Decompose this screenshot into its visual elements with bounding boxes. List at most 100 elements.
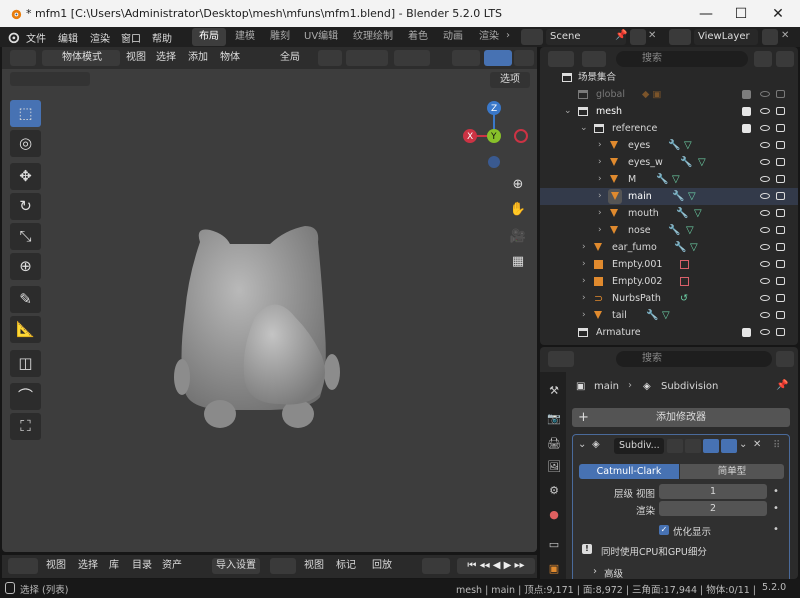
import-settings-button[interactable]: 导入设置: [212, 558, 260, 574]
outliner-row-main[interactable]: › main 🔧 ▽: [540, 188, 798, 205]
pan-hand-icon[interactable]: ✋: [508, 200, 528, 220]
filter-icon[interactable]: [754, 51, 772, 67]
outliner-row-mouth[interactable]: › mouth 🔧 ▽: [540, 205, 798, 222]
outliner-search-input[interactable]: 搜索: [616, 51, 748, 67]
maximize-button[interactable]: ☐: [725, 3, 757, 25]
new-viewlayer-icon[interactable]: [762, 29, 778, 45]
expand-arrow-icon[interactable]: ›: [582, 256, 586, 273]
gizmo-toggle-icon[interactable]: [484, 50, 512, 66]
eye-icon[interactable]: [760, 142, 770, 148]
outliner-row-eyes[interactable]: › eyes 🔧 ▽: [540, 137, 798, 154]
scene-pin-icon[interactable]: 📌: [615, 30, 627, 41]
expand-arrow-icon[interactable]: ›: [582, 273, 586, 290]
camera-icon[interactable]: [776, 294, 785, 302]
tool-measure-icon[interactable]: 📐: [10, 316, 41, 343]
expand-arrow-icon[interactable]: ›: [582, 307, 586, 324]
expand-arrow-icon[interactable]: ›: [598, 137, 602, 154]
timeline-menu-view2[interactable]: 视图: [304, 558, 324, 574]
delete-viewlayer-icon[interactable]: ✕: [781, 30, 789, 41]
tab-output-icon[interactable]: 🖨: [545, 435, 563, 453]
render-toggle-icon[interactable]: [721, 439, 737, 453]
outliner-row-armature[interactable]: Armature: [540, 324, 798, 341]
tab-uv[interactable]: UV编辑: [297, 28, 345, 46]
outliner-row-ear-fumo[interactable]: › ear_fumo 🔧 ▽: [540, 239, 798, 256]
tab-tool-icon[interactable]: ⚒: [545, 382, 563, 400]
optimize-checkbox[interactable]: ✓: [659, 525, 669, 535]
tab-object-icon[interactable]: ▣: [545, 560, 563, 578]
visibility-icon[interactable]: [452, 50, 480, 66]
tool-cursor-icon[interactable]: ◎: [10, 130, 41, 157]
camera-icon[interactable]: [776, 192, 785, 200]
camera-icon[interactable]: [776, 277, 785, 285]
record-icon[interactable]: [422, 558, 450, 574]
eye-icon[interactable]: [760, 227, 770, 233]
outliner-row-tail[interactable]: › tail 🔧 ▽: [540, 307, 798, 324]
camera-icon[interactable]: [776, 311, 785, 319]
tab-texture-paint[interactable]: 纹理绘制: [346, 28, 400, 46]
camera-icon[interactable]: [776, 243, 785, 251]
expand-arrow-icon[interactable]: ›: [598, 171, 602, 188]
tab-rendering[interactable]: 渲染: [472, 28, 506, 46]
exclude-checkbox[interactable]: [742, 124, 751, 133]
scene-type-icon[interactable]: [521, 29, 543, 45]
eye-icon[interactable]: [760, 176, 770, 182]
outliner-row-nurbspath[interactable]: › ⊃ NurbsPath ↺: [540, 290, 798, 307]
eye-icon[interactable]: [760, 125, 770, 131]
expand-arrow-icon[interactable]: ⌄: [564, 103, 572, 120]
tab-render-icon[interactable]: 📷: [545, 410, 563, 428]
modifier-name-field[interactable]: Subdiv...: [614, 438, 664, 454]
drag-handle-icon[interactable]: ⠿: [773, 440, 780, 451]
new-scene-icon[interactable]: [630, 29, 646, 45]
viewport-menu-select[interactable]: 选择: [156, 50, 176, 66]
menu-file[interactable]: 文件: [26, 30, 46, 45]
pivot-icon[interactable]: [318, 50, 342, 66]
add-modifier-button[interactable]: + 添加修改器: [572, 408, 790, 427]
viewlayer-type-icon[interactable]: [669, 29, 691, 45]
menu-help[interactable]: 帮助: [152, 30, 172, 45]
eye-icon[interactable]: [760, 91, 770, 97]
camera-icon[interactable]: [776, 107, 785, 115]
timeline-menu-view[interactable]: 视图: [46, 558, 66, 574]
playback-dropdown[interactable]: 回放: [372, 558, 392, 574]
tab-sculpt[interactable]: 雕刻: [263, 28, 297, 46]
timeline-menu-catalog[interactable]: 目录: [132, 558, 152, 574]
snap-icon[interactable]: [346, 50, 388, 66]
tab-shading[interactable]: 着色: [401, 28, 435, 46]
asset-editor-type-icon[interactable]: [8, 558, 38, 574]
outliner-row-eyes-w[interactable]: › eyes_w 🔧 ▽: [540, 154, 798, 171]
advanced-chevron-icon[interactable]: ›: [593, 566, 597, 577]
modifier-dropdown-icon[interactable]: ⌄: [739, 439, 747, 450]
viewport-menu-view[interactable]: 视图: [126, 50, 146, 66]
mesh-model[interactable]: [170, 222, 360, 442]
editor-type-icon[interactable]: [10, 50, 36, 66]
timeline-menu-library[interactable]: 库: [109, 558, 119, 574]
scene-field[interactable]: Scene: [546, 29, 626, 45]
eye-icon[interactable]: [760, 210, 770, 216]
eye-icon[interactable]: [760, 108, 770, 114]
options-dropdown[interactable]: 选项: [490, 72, 530, 88]
camera-icon[interactable]: [776, 328, 785, 336]
camera-icon[interactable]: [776, 124, 785, 132]
remove-modifier-icon[interactable]: ✕: [753, 439, 761, 450]
keyframe-dot-icon[interactable]: •: [773, 486, 779, 497]
expand-arrow-icon[interactable]: ›: [598, 205, 602, 222]
proportional-edit-icon[interactable]: [394, 50, 430, 66]
overlay-icon[interactable]: [514, 50, 534, 66]
tool-add-cube-icon[interactable]: ◫: [10, 350, 41, 377]
menu-render[interactable]: 渲染: [90, 30, 110, 45]
menu-window[interactable]: 窗口: [121, 30, 141, 45]
tabs-scroll-icon[interactable]: ›: [506, 30, 510, 41]
tab-world-icon[interactable]: ●: [545, 506, 563, 524]
collapse-chevron-icon[interactable]: ⌄: [578, 439, 586, 450]
exclude-checkbox[interactable]: [742, 107, 751, 116]
tab-modeling[interactable]: 建模: [228, 28, 262, 46]
levels-render-field[interactable]: 2: [659, 501, 767, 516]
outliner-row-global[interactable]: global ◆ ▣: [540, 86, 798, 103]
outliner-row-reference[interactable]: ⌄ reference: [540, 120, 798, 137]
ortho-grid-icon[interactable]: ▦: [508, 252, 528, 272]
eye-icon[interactable]: [760, 193, 770, 199]
camera-icon[interactable]: [776, 260, 785, 268]
timeline-type-icon[interactable]: [270, 558, 296, 574]
keyframe-dot-icon[interactable]: •: [773, 503, 779, 514]
eye-icon[interactable]: [760, 244, 770, 250]
